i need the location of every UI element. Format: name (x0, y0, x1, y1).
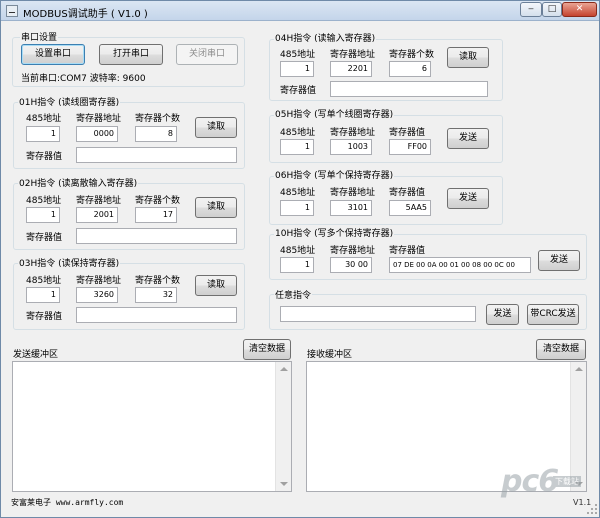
cmd06-reg-value-input[interactable]: 5AA5 (389, 200, 431, 216)
cmd01-reg-count-label: 寄存器个数 (135, 114, 181, 124)
close-button[interactable]: ✕ (562, 2, 597, 17)
cmd05-reg-value-label: 寄存器值 (389, 128, 426, 138)
scroll-up-arrow-icon[interactable] (575, 367, 583, 371)
maximize-button[interactable]: □ (542, 2, 562, 17)
send-buffer-textarea[interactable] (12, 361, 292, 492)
cmd03-reg-count-label: 寄存器个数 (135, 276, 181, 286)
cmd04-reg-addr-input[interactable]: 2201 (330, 61, 372, 77)
cmd04-reg-count-input[interactable]: 6 (389, 61, 431, 77)
cmd04-reg-value-label: 寄存器值 (280, 86, 317, 96)
open-serial-button[interactable]: 打开串口 (99, 44, 163, 65)
cmd10-addr485-input[interactable]: 1 (280, 257, 314, 273)
main-window: MODBUS调试助手 ( V1.0 ) ‒ □ ✕ 串口设置 设置串口 打开串口… (0, 0, 600, 518)
send-buffer-label: 发送缓冲区 (13, 350, 59, 360)
cmd02-reg-value-input[interactable] (76, 228, 237, 244)
cmd03-reg-addr-input[interactable]: 3260 (76, 287, 118, 303)
cmd05-send-button[interactable]: 发送 (447, 128, 489, 149)
custom-send-button[interactable]: 发送 (486, 304, 519, 325)
cmd05-addr485-input[interactable]: 1 (280, 139, 314, 155)
cmd04-reg-count-label: 寄存器个数 (389, 50, 435, 60)
cmd04-addr485-input[interactable]: 1 (280, 61, 314, 77)
cmd03-addr485-input[interactable]: 1 (26, 287, 60, 303)
watermark-text: pc6 (501, 464, 559, 499)
cmd01-reg-addr-input[interactable]: 0000 (76, 126, 118, 142)
app-icon (6, 5, 18, 17)
cmd01-addr485-label: 485地址 (26, 114, 62, 124)
cmd06-send-button[interactable]: 发送 (447, 188, 489, 209)
cmd02-addr485-input[interactable]: 1 (26, 207, 60, 223)
cmd03-read-button[interactable]: 读取 (195, 275, 237, 296)
cmd05-reg-addr-label: 寄存器地址 (330, 128, 376, 138)
cmd01-addr485-input[interactable]: 1 (26, 126, 60, 142)
cmd10-title: 10H指令 (写多个保持寄存器) (274, 226, 395, 239)
cmd01-reg-addr-label: 寄存器地址 (76, 114, 122, 124)
cmd02-reg-addr-input[interactable]: 2001 (76, 207, 118, 223)
scroll-down-arrow-icon[interactable] (280, 482, 288, 486)
cmd10-send-button[interactable]: 发送 (538, 250, 580, 271)
cmd02-reg-value-label: 寄存器值 (26, 233, 63, 243)
scroll-up-arrow-icon[interactable] (280, 367, 288, 371)
minimize-button[interactable]: ‒ (520, 2, 542, 17)
cmd02-reg-count-label: 寄存器个数 (135, 196, 181, 206)
cmd10-reg-value-label: 寄存器值 (389, 246, 426, 256)
cmd05-reg-value-input[interactable]: FF00 (389, 139, 431, 155)
cmd02-addr485-label: 485地址 (26, 196, 62, 206)
cmd01-reg-value-label: 寄存器值 (26, 152, 63, 162)
cmd01-reg-count-input[interactable]: 8 (135, 126, 177, 142)
cmd01-title: 01H指令 (读线圈寄存器) (18, 95, 121, 108)
send-buffer-clear-button[interactable]: 清空数据 (243, 339, 291, 360)
cmd06-addr485-label: 485地址 (280, 188, 316, 198)
custom-cmd-input[interactable] (280, 306, 476, 322)
cmd10-addr485-label: 485地址 (280, 246, 316, 256)
custom-cmd-title: 任意指令 (274, 288, 313, 301)
cmd10-reg-addr-label: 寄存器地址 (330, 246, 376, 256)
cmd05-title: 05H指令 (写单个线圈寄存器) (274, 107, 395, 120)
cmd06-reg-addr-label: 寄存器地址 (330, 188, 376, 198)
cmd02-reg-count-input[interactable]: 17 (135, 207, 177, 223)
company-footer: 安富莱电子 www.armfly.com (11, 498, 124, 507)
cmd06-reg-addr-input[interactable]: 3101 (330, 200, 372, 216)
cmd02-read-button[interactable]: 读取 (195, 197, 237, 218)
cmd02-reg-addr-label: 寄存器地址 (76, 196, 122, 206)
cmd03-title: 03H指令 (读保持寄存器) (18, 256, 121, 269)
custom-send-crc-button[interactable]: 带CRC发送 (527, 304, 579, 325)
cmd01-read-button[interactable]: 读取 (195, 117, 237, 138)
recv-buffer-label: 接收缓冲区 (307, 350, 353, 360)
setup-serial-button[interactable]: 设置串口 (21, 44, 85, 65)
recv-buffer-clear-button[interactable]: 清空数据 (536, 339, 586, 360)
cmd02-title: 02H指令 (读离散输入寄存器) (18, 176, 139, 189)
cmd03-reg-count-input[interactable]: 32 (135, 287, 177, 303)
cmd04-read-button[interactable]: 读取 (447, 47, 489, 68)
serial-status: 当前串口:COM7 波特率: 9600 (21, 74, 146, 84)
window-title: MODBUS调试助手 ( V1.0 ) (23, 9, 148, 20)
cmd03-reg-addr-label: 寄存器地址 (76, 276, 122, 286)
cmd03-reg-value-label: 寄存器值 (26, 312, 63, 322)
cmd05-addr485-label: 485地址 (280, 128, 316, 138)
cmd01-reg-value-input[interactable] (76, 147, 237, 163)
cmd04-reg-addr-label: 寄存器地址 (330, 50, 376, 60)
resize-grip-icon[interactable] (586, 504, 598, 516)
title-bar[interactable]: MODBUS调试助手 ( V1.0 ) ‒ □ ✕ (1, 1, 599, 21)
cmd06-reg-value-label: 寄存器值 (389, 188, 426, 198)
serial-settings-title: 串口设置 (20, 30, 59, 43)
cmd04-title: 04H指令 (读输入寄存器) (274, 31, 377, 44)
cmd06-addr485-input[interactable]: 1 (280, 200, 314, 216)
cmd03-addr485-label: 485地址 (26, 276, 62, 286)
cmd06-title: 06H指令 (写单个保持寄存器) (274, 168, 395, 181)
cmd04-addr485-label: 485地址 (280, 50, 316, 60)
cmd03-reg-value-input[interactable] (76, 307, 237, 323)
cmd04-reg-value-input[interactable] (330, 81, 488, 97)
cmd10-reg-addr-input[interactable]: 30 00 (330, 257, 372, 273)
cmd10-reg-value-input[interactable]: 07 DE 00 0A 00 01 00 08 00 0C 00 (389, 257, 531, 273)
watermark-sub: 下载站 (553, 476, 581, 487)
send-buffer-scrollbar[interactable] (275, 362, 291, 491)
cmd05-reg-addr-input[interactable]: 1003 (330, 139, 372, 155)
close-serial-button[interactable]: 关闭串口 (176, 44, 238, 65)
